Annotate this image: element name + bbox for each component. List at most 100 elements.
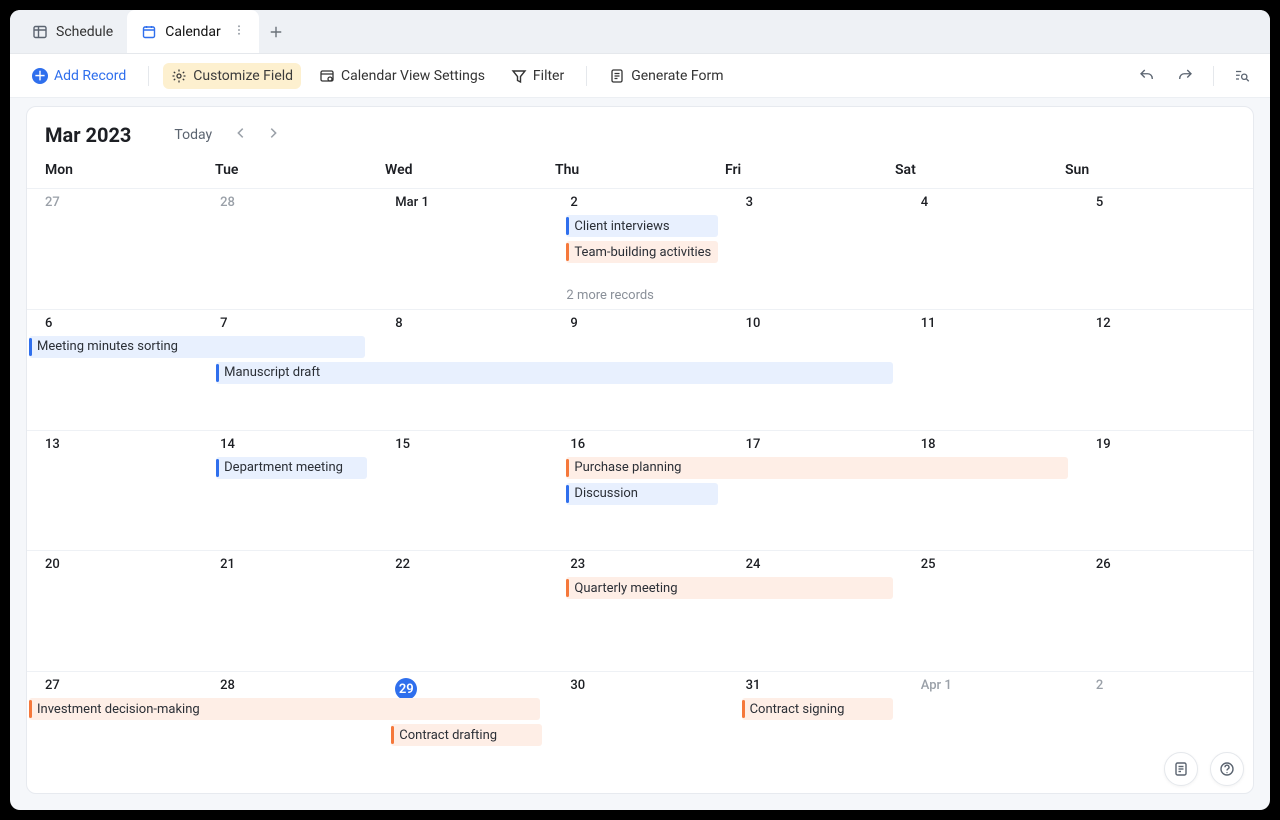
day-number: 31: [728, 678, 903, 693]
undo-button[interactable]: [1133, 62, 1161, 90]
calendar-cell[interactable]: 6: [27, 310, 202, 430]
calendar-cell[interactable]: 11: [903, 310, 1078, 430]
event-color-bar: [566, 217, 569, 235]
event-title: Team-building activities: [574, 245, 711, 260]
day-number: 14: [202, 437, 377, 452]
day-number: 25: [903, 557, 1078, 572]
calendar-cell[interactable]: 27: [27, 189, 202, 309]
tab-menu-icon[interactable]: [233, 24, 245, 40]
calendar-event[interactable]: Team-building activities: [566, 241, 717, 263]
event-title: Client interviews: [574, 219, 669, 234]
day-number: 10: [728, 316, 903, 331]
calendar-cell[interactable]: 18: [903, 431, 1078, 551]
day-number: 2: [1078, 678, 1253, 693]
calendar-cell[interactable]: 15: [377, 431, 552, 551]
calendar-cell[interactable]: 23: [552, 551, 727, 671]
calendar-event[interactable]: Purchase planning: [566, 457, 1067, 479]
event-title: Manuscript draft: [224, 365, 320, 380]
calendar-event[interactable]: Quarterly meeting: [566, 577, 892, 599]
calendar-cell[interactable]: 22: [377, 551, 552, 671]
calendar-event[interactable]: Discussion: [566, 483, 717, 505]
day-number: 29: [377, 678, 552, 700]
day-number: 24: [728, 557, 903, 572]
day-number: 16: [552, 437, 727, 452]
calendar-event[interactable]: Client interviews: [566, 215, 717, 237]
day-number: 15: [377, 437, 552, 452]
filter-button[interactable]: Filter: [503, 63, 572, 89]
gear-icon: [171, 68, 187, 84]
calendar-cell[interactable]: 19: [1078, 431, 1253, 551]
calendar-header: Mar 2023 Today: [27, 107, 1253, 156]
calendar-cell[interactable]: 28: [202, 672, 377, 793]
today-button[interactable]: Today: [174, 127, 212, 143]
calendar-grid: 2728Mar 12345Client interviewsTeam-build…: [27, 188, 1253, 793]
calendar-cell[interactable]: 20: [27, 551, 202, 671]
calendar-cell[interactable]: 5: [1078, 189, 1253, 309]
form-icon: [609, 68, 625, 84]
calendar-cell[interactable]: 25: [903, 551, 1078, 671]
calendar-cell[interactable]: 3: [728, 189, 903, 309]
calendar-cell[interactable]: Apr 1: [903, 672, 1078, 793]
event-title: Investment decision-making: [37, 702, 200, 717]
day-number: 23: [552, 557, 727, 572]
event-color-bar: [566, 243, 569, 261]
event-color-bar: [742, 700, 745, 718]
calendar-cell[interactable]: Mar 1: [377, 189, 552, 309]
generate-form-button[interactable]: Generate Form: [601, 63, 731, 89]
calendar-cell[interactable]: 21: [202, 551, 377, 671]
separator: [586, 66, 587, 86]
day-number: 11: [903, 316, 1078, 331]
calendar-week: 6789101112Meeting minutes sortingManuscr…: [27, 310, 1253, 431]
next-month-button[interactable]: [262, 121, 284, 148]
event-color-bar: [29, 338, 32, 356]
calendar-event[interactable]: Contract signing: [742, 698, 893, 720]
calendar-cell[interactable]: 27: [27, 672, 202, 793]
calendar-cell[interactable]: 30: [552, 672, 727, 793]
day-number: 20: [27, 557, 202, 572]
help-fab[interactable]: [1210, 752, 1244, 786]
calendar-cell[interactable]: 17: [728, 431, 903, 551]
event-title: Purchase planning: [574, 460, 681, 475]
tab-bar: Schedule Calendar: [10, 10, 1270, 54]
calendar-week: 2728Mar 12345Client interviewsTeam-build…: [27, 189, 1253, 310]
calendar-event[interactable]: Manuscript draft: [216, 362, 893, 384]
notes-fab[interactable]: [1164, 752, 1198, 786]
day-number: 3: [728, 195, 903, 210]
calendar-event[interactable]: Meeting minutes sorting: [29, 336, 365, 358]
search-records-button[interactable]: [1228, 62, 1256, 90]
tab-schedule[interactable]: Schedule: [18, 10, 127, 53]
calendar-cell[interactable]: 13: [27, 431, 202, 551]
calendar-cell[interactable]: 26: [1078, 551, 1253, 671]
calendar-event[interactable]: Contract drafting: [391, 724, 542, 746]
month-title: Mar 2023: [45, 123, 131, 147]
event-title: Contract signing: [750, 702, 845, 717]
day-number: 17: [728, 437, 903, 452]
customize-field-button[interactable]: Customize Field: [163, 63, 301, 89]
weekday-header: MonTueWedThuFriSatSun: [27, 156, 1253, 188]
event-color-bar: [216, 364, 219, 382]
calendar-cell[interactable]: 28: [202, 189, 377, 309]
redo-button[interactable]: [1171, 62, 1199, 90]
calendar-event[interactable]: Investment decision-making: [29, 698, 540, 720]
event-color-bar: [29, 700, 32, 718]
day-number: Mar 1: [377, 195, 552, 210]
event-title: Contract drafting: [399, 728, 497, 743]
prev-month-button[interactable]: [230, 121, 252, 148]
calendar-cell[interactable]: 31: [728, 672, 903, 793]
day-number: 27: [27, 195, 202, 210]
day-number: 13: [27, 437, 202, 452]
calendar-event[interactable]: Department meeting: [216, 457, 367, 479]
day-number: 19: [1078, 437, 1253, 452]
calendar-cell[interactable]: 14: [202, 431, 377, 551]
calendar-cell[interactable]: 4: [903, 189, 1078, 309]
event-color-bar: [566, 485, 569, 503]
tab-calendar[interactable]: Calendar: [127, 10, 259, 53]
table-icon: [32, 24, 48, 40]
calendar-cell[interactable]: 12: [1078, 310, 1253, 430]
add-record-button[interactable]: ＋ Add Record: [24, 63, 134, 89]
day-number: 6: [27, 316, 202, 331]
view-settings-button[interactable]: Calendar View Settings: [311, 63, 493, 89]
add-tab-button[interactable]: [259, 25, 293, 39]
calendar-cell[interactable]: 24: [728, 551, 903, 671]
event-color-bar: [391, 726, 394, 744]
